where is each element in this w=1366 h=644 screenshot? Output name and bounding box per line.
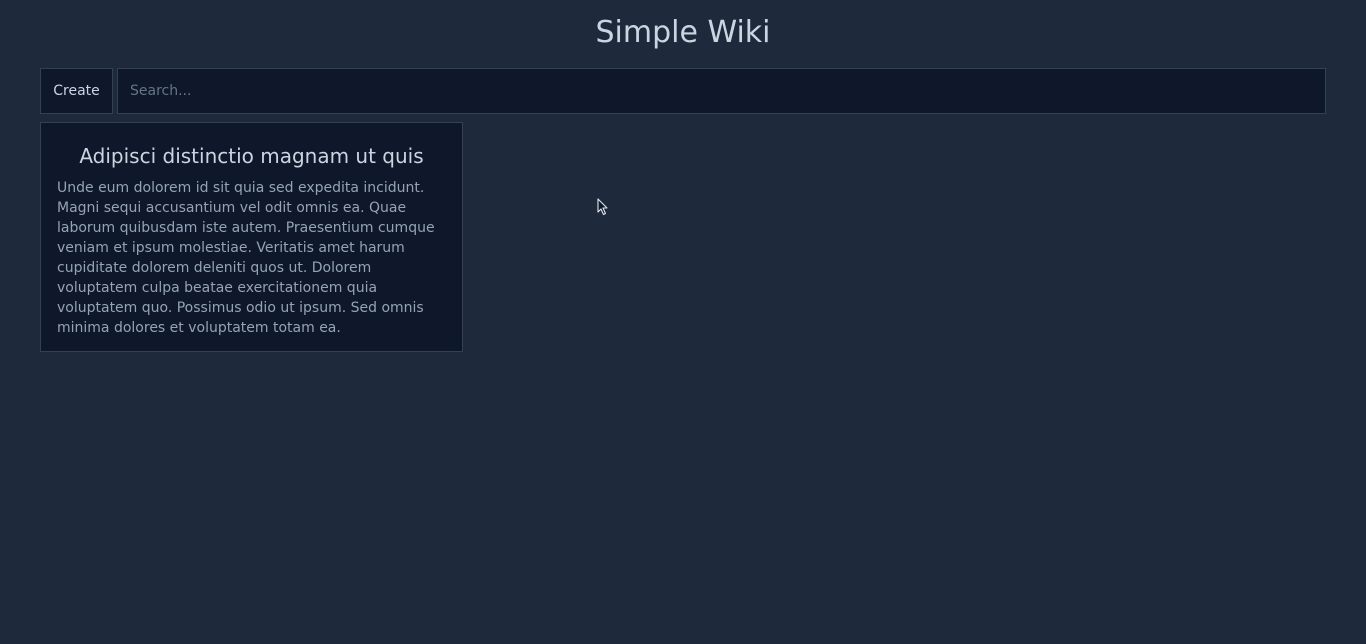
- article-title: Adipisci distinctio magnam ut quis: [79, 144, 424, 168]
- page: Simple Wiki Create Adipisci distinctio m…: [0, 0, 1366, 644]
- create-button[interactable]: Create: [40, 68, 113, 114]
- page-title: Simple Wiki: [595, 15, 771, 50]
- toolbar: Create: [40, 68, 1326, 114]
- article-excerpt: Unde eum dolorem id sit quia sed expedit…: [57, 180, 435, 336]
- search-input[interactable]: [117, 68, 1326, 114]
- mouse-pointer-icon: [597, 198, 608, 216]
- article-card[interactable]: Adipisci distinctio magnam ut quis Unde …: [40, 122, 463, 352]
